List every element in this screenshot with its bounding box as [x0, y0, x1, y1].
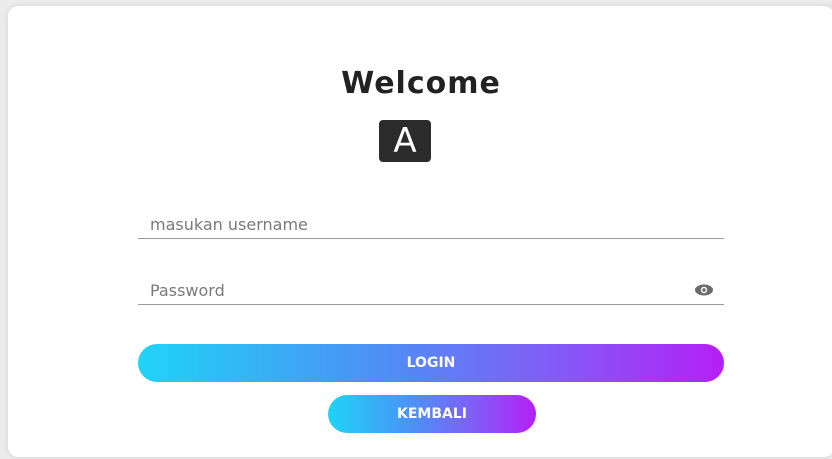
username-input[interactable] — [138, 210, 670, 238]
login-button[interactable]: LOGIN — [138, 344, 724, 382]
eye-icon[interactable] — [694, 283, 714, 297]
app-logo-letter: A — [393, 121, 417, 161]
username-field — [138, 210, 724, 239]
password-field — [138, 276, 724, 305]
back-button[interactable]: KEMBALI — [328, 395, 536, 433]
login-card: Welcome A LOGIN KEMBALI — [8, 6, 832, 457]
app-logo: A — [379, 120, 431, 162]
password-input[interactable] — [138, 276, 670, 304]
page-title: Welcome — [341, 66, 501, 101]
